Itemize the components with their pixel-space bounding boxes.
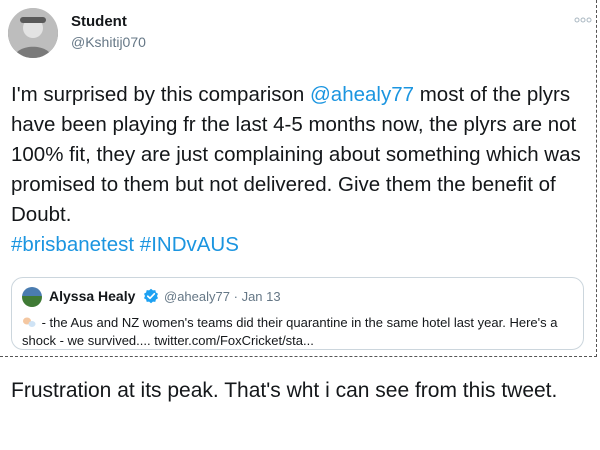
emoji-icon bbox=[23, 317, 36, 327]
tweet-text: I'm surprised by this comparison @ahealy… bbox=[11, 80, 591, 260]
quoted-tweet-date[interactable]: Jan 13 bbox=[242, 289, 281, 304]
quoted-display-name[interactable]: Alyssa Healy bbox=[49, 288, 135, 304]
quoted-tweet-meta: @ahealy77 · Jan 13 bbox=[164, 289, 281, 304]
quoted-tweet-body: - the Aus and NZ women's teams did their… bbox=[22, 315, 558, 348]
tweet-card[interactable]: Student @Kshitij070 I'm surprised by thi… bbox=[0, 0, 597, 357]
display-name[interactable]: Student bbox=[71, 13, 127, 30]
more-dots-icon[interactable] bbox=[573, 14, 593, 26]
meta-separator: · bbox=[233, 289, 238, 304]
user-handle[interactable]: @Kshitij070 bbox=[71, 34, 146, 50]
quoted-user-handle[interactable]: @ahealy77 bbox=[164, 289, 230, 304]
hashtag-link-brisbanetest[interactable]: #brisbanetest bbox=[11, 233, 134, 256]
caption-text: Frustration at its peak. That's wht i ca… bbox=[11, 379, 558, 402]
hashtag-link-indvaus[interactable]: #INDvAUS bbox=[140, 233, 239, 256]
tweet-text-part1: I'm surprised by this comparison bbox=[11, 83, 310, 106]
mention-link[interactable]: @ahealy77 bbox=[310, 83, 414, 106]
verified-badge-icon bbox=[144, 288, 158, 304]
quoted-user-avatar[interactable] bbox=[22, 287, 42, 307]
avatar-photo-icon bbox=[8, 8, 58, 58]
quoted-tweet-card[interactable]: Alyssa Healy @ahealy77 · Jan 13 - the Au… bbox=[11, 277, 584, 350]
user-avatar[interactable] bbox=[8, 8, 58, 58]
quoted-tweet-text: - the Aus and NZ women's teams did their… bbox=[22, 314, 577, 350]
